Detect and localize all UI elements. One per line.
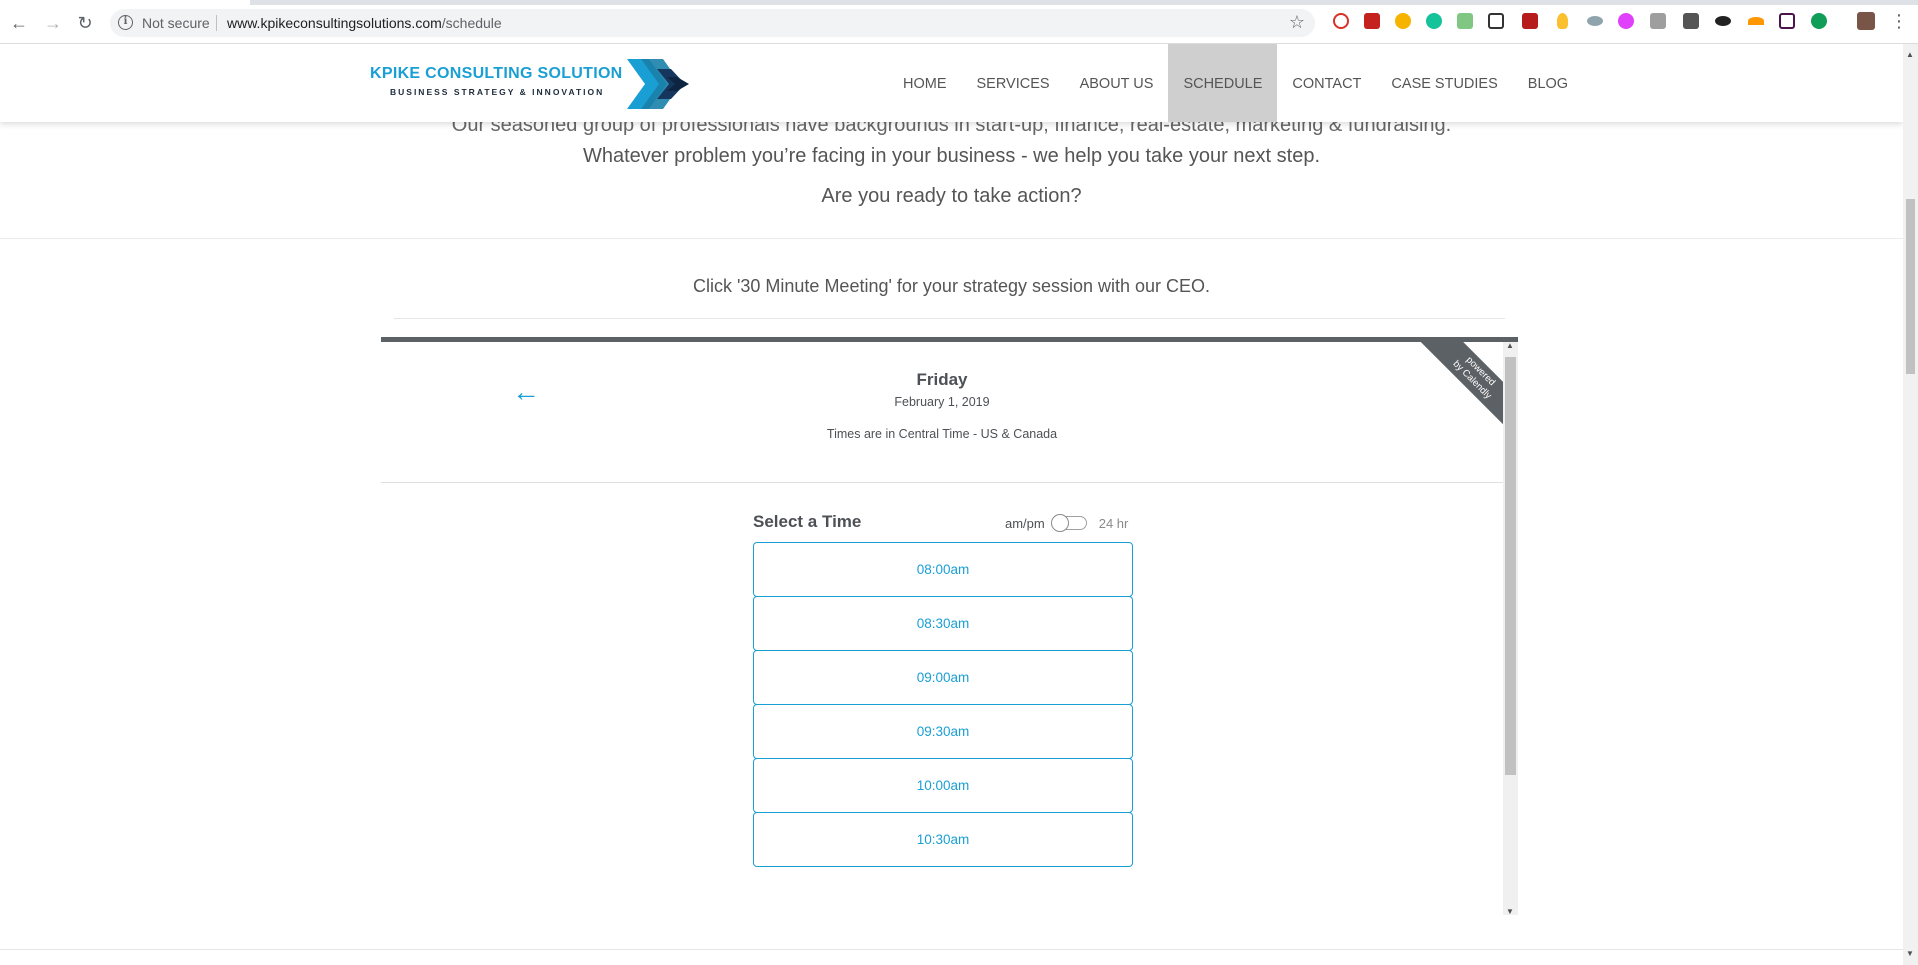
bookmark-star-icon[interactable]: ☆	[1289, 12, 1305, 33]
cta-text: Click '30 Minute Meeting' for your strat…	[692, 276, 1211, 296]
tab-strip	[0, 0, 1918, 5]
nav-case-studies[interactable]: CASE STUDIES	[1376, 44, 1512, 122]
extension-icon[interactable]	[1683, 13, 1699, 29]
extension-icon[interactable]	[1488, 13, 1504, 29]
logo-arrow-icon	[627, 59, 689, 109]
eye-icon[interactable]	[1587, 16, 1603, 26]
logo-name: KPIKE CONSULTING SOLUTION	[370, 65, 623, 82]
time-slot-button[interactable]: 08:00am	[753, 542, 1133, 597]
calendly-embed: powered by Calendly ← Friday February 1, …	[381, 337, 1518, 915]
reload-icon[interactable]: ↻	[74, 12, 96, 34]
nav-services[interactable]: SERVICES	[962, 44, 1065, 122]
slack-icon[interactable]	[1779, 13, 1795, 29]
site-logo[interactable]: KPIKE CONSULTING SOLUTION BUSINESS STRAT…	[370, 59, 700, 109]
url-host: www.kpikeconsultingsolutions.com	[227, 15, 442, 31]
nav-home[interactable]: HOME	[888, 44, 962, 122]
page-scrollbar[interactable]: ▲ ▼	[1903, 44, 1918, 965]
menu-icon[interactable]: ⋮	[1890, 10, 1908, 32]
page-scroll-down-icon[interactable]: ▼	[1906, 949, 1914, 958]
extension-icon[interactable]	[1364, 13, 1380, 29]
nav-blog[interactable]: BLOG	[1513, 44, 1583, 122]
url-path: /schedule	[441, 15, 502, 31]
url-text[interactable]: www.kpikeconsultingsolutions.com/schedul…	[227, 15, 502, 31]
time-slot-button[interactable]: 09:30am	[753, 704, 1133, 759]
section-divider	[0, 238, 1903, 239]
extension-icon[interactable]	[1650, 13, 1666, 29]
page-viewport: Our seasoned group of professionals have…	[0, 44, 1903, 965]
time-slot-button[interactable]: 10:30am	[753, 812, 1133, 867]
nav-about-us[interactable]: ABOUT US	[1065, 44, 1169, 122]
extension-icon[interactable]	[1457, 13, 1473, 29]
scroll-down-icon[interactable]: ▼	[1506, 907, 1514, 915]
extension-icon[interactable]	[1395, 13, 1411, 29]
time-format-toggle-group: am/pm 24 hr	[1005, 512, 1128, 534]
time-slot-button[interactable]: 10:00am	[753, 758, 1133, 813]
extension-icon[interactable]	[1811, 13, 1827, 29]
color-picker-icon[interactable]	[1618, 13, 1634, 29]
logo-tagline: BUSINESS STRATEGY & INNOVATION	[390, 87, 605, 97]
embed-scroll-thumb[interactable]	[1505, 357, 1516, 775]
embed-scrollbar[interactable]: ▲ ▼	[1503, 342, 1518, 915]
time-slot-button[interactable]: 09:00am	[753, 650, 1133, 705]
page-bottom-divider	[0, 949, 1903, 950]
ampm-label: am/pm	[1005, 515, 1045, 531]
nav-schedule[interactable]: SCHEDULE	[1168, 44, 1278, 122]
site-header: KPIKE CONSULTING SOLUTION BUSINESS STRAT…	[0, 44, 1903, 122]
grammarly-icon[interactable]	[1426, 13, 1442, 29]
embed-divider	[381, 482, 1503, 483]
24hr-label: 24 hr	[1098, 515, 1129, 531]
intro-question: Are you ready to take action?	[821, 185, 1082, 207]
selected-day: Friday	[916, 370, 968, 389]
select-time-heading: Select a Time	[753, 512, 862, 531]
back-icon[interactable]: ←	[8, 12, 30, 34]
security-label: Not secure	[142, 15, 210, 31]
scroll-up-icon[interactable]: ▲	[1506, 342, 1514, 350]
main-nav: HOME SERVICES ABOUT US SCHEDULE CONTACT …	[888, 44, 1583, 122]
selected-date: February 1, 2019	[894, 395, 990, 409]
active-tab[interactable]	[0, 0, 250, 5]
cta-divider	[394, 318, 1505, 319]
intro-line-2: Whatever problem you’re facing in your b…	[582, 145, 1321, 167]
info-icon[interactable]: i	[118, 15, 133, 30]
time-slot-button[interactable]: 08:30am	[753, 596, 1133, 651]
address-separator	[216, 15, 217, 31]
address-bar[interactable]: i Not secure www.kpikeconsultingsolution…	[110, 9, 1315, 37]
page-scroll-thumb[interactable]	[1906, 199, 1915, 374]
toggle-knob	[1050, 514, 1069, 532]
browser-toolbar: ← → ↻ i Not secure www.kpikeconsultingso…	[0, 0, 1918, 44]
extension-icon[interactable]	[1748, 17, 1764, 25]
nav-contact[interactable]: CONTACT	[1277, 44, 1376, 122]
profile-avatar[interactable]	[1857, 12, 1875, 30]
lightbulb-icon[interactable]	[1557, 13, 1568, 29]
intro-block: Our seasoned group of professionals have…	[0, 110, 1903, 212]
extension-icon[interactable]	[1715, 16, 1731, 26]
extension-icon[interactable]	[1522, 13, 1538, 29]
time-format-toggle[interactable]	[1050, 514, 1087, 532]
extension-icon[interactable]	[1333, 13, 1349, 29]
page-scroll-up-icon[interactable]: ▲	[1906, 50, 1914, 59]
timezone-label: Times are in Central Time - US & Canada	[826, 427, 1058, 441]
forward-icon[interactable]: →	[42, 12, 64, 34]
